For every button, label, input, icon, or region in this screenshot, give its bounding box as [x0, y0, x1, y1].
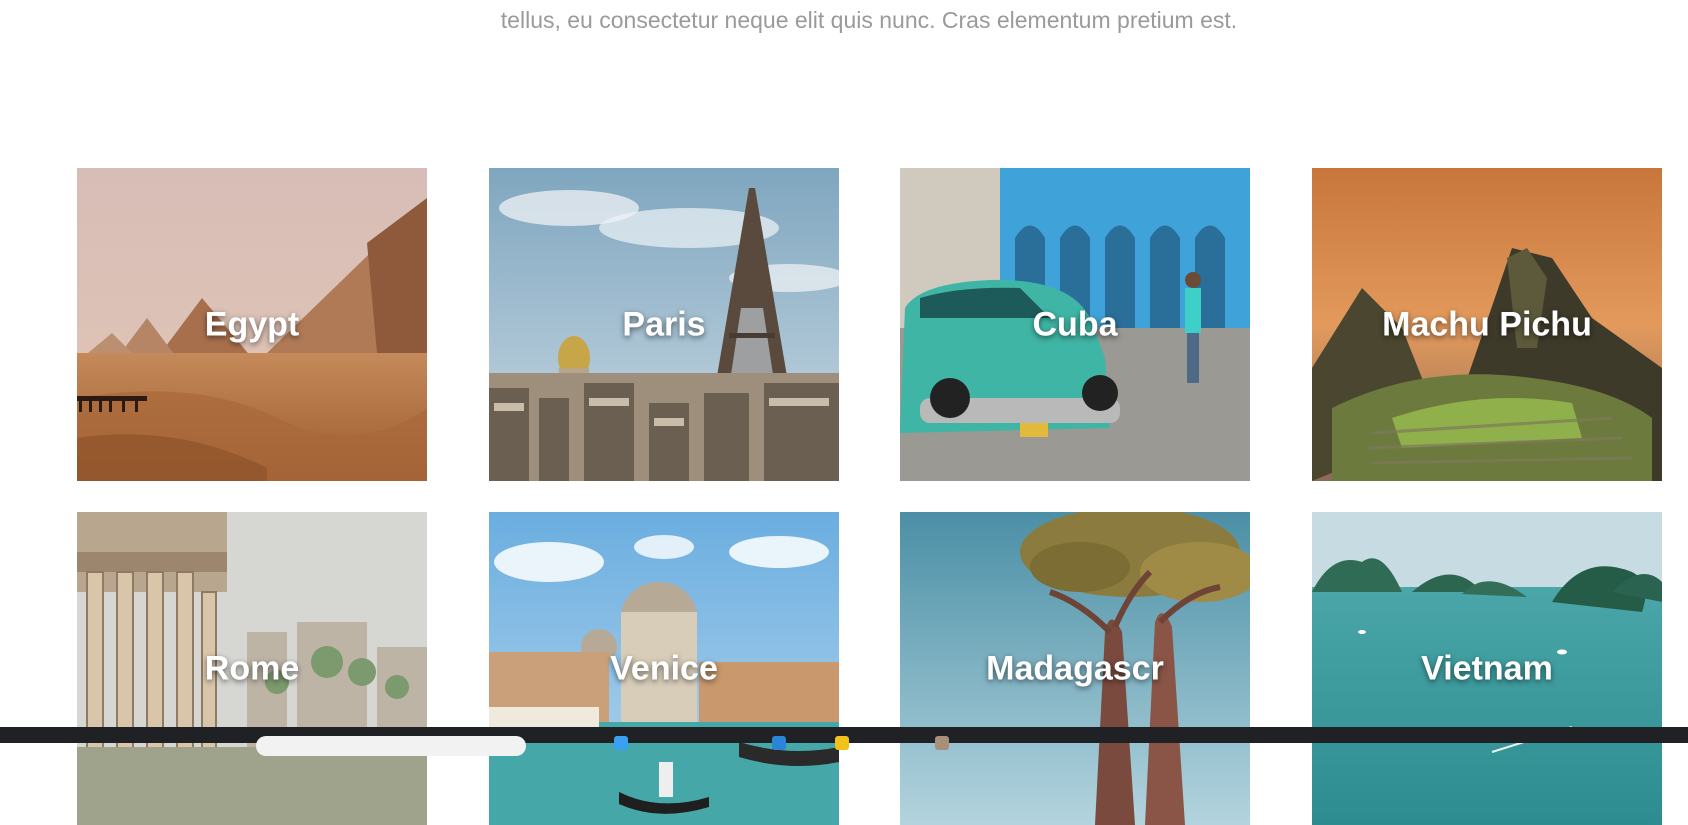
destination-card-paris[interactable]: Paris [489, 168, 839, 481]
intro-paragraph: tellus, eu consectetur neque elit quis n… [500, 7, 1238, 33]
edge-icon[interactable] [614, 736, 628, 750]
destination-title: Paris [622, 305, 706, 343]
destination-card-venice[interactable]: Venice [489, 512, 839, 825]
destination-card-cuba[interactable]: Cuba [900, 168, 1250, 481]
files-icon[interactable] [835, 736, 849, 750]
destination-card-egypt[interactable]: Egypt [77, 168, 427, 481]
store-icon[interactable] [772, 736, 786, 750]
destination-title: Rome [204, 649, 300, 687]
destination-card-madagascr[interactable]: Madagascr [900, 512, 1250, 825]
destination-card-vietnam[interactable]: Vietnam [1312, 512, 1662, 825]
destination-card-machu-pichu[interactable]: Machu Pichu [1312, 168, 1662, 481]
destination-title: Vietnam [1421, 649, 1553, 687]
destination-title: Machu Pichu [1382, 305, 1592, 343]
user-avatar-icon[interactable] [935, 736, 949, 750]
destination-title: Venice [610, 649, 718, 687]
taskbar-search-input[interactable] [256, 736, 526, 756]
destination-title: Madagascr [986, 649, 1164, 687]
destination-card-rome[interactable]: Rome [77, 512, 427, 825]
destination-title: Cuba [1032, 305, 1118, 343]
destination-title: Egypt [204, 305, 300, 343]
taskbar [0, 727, 1688, 756]
